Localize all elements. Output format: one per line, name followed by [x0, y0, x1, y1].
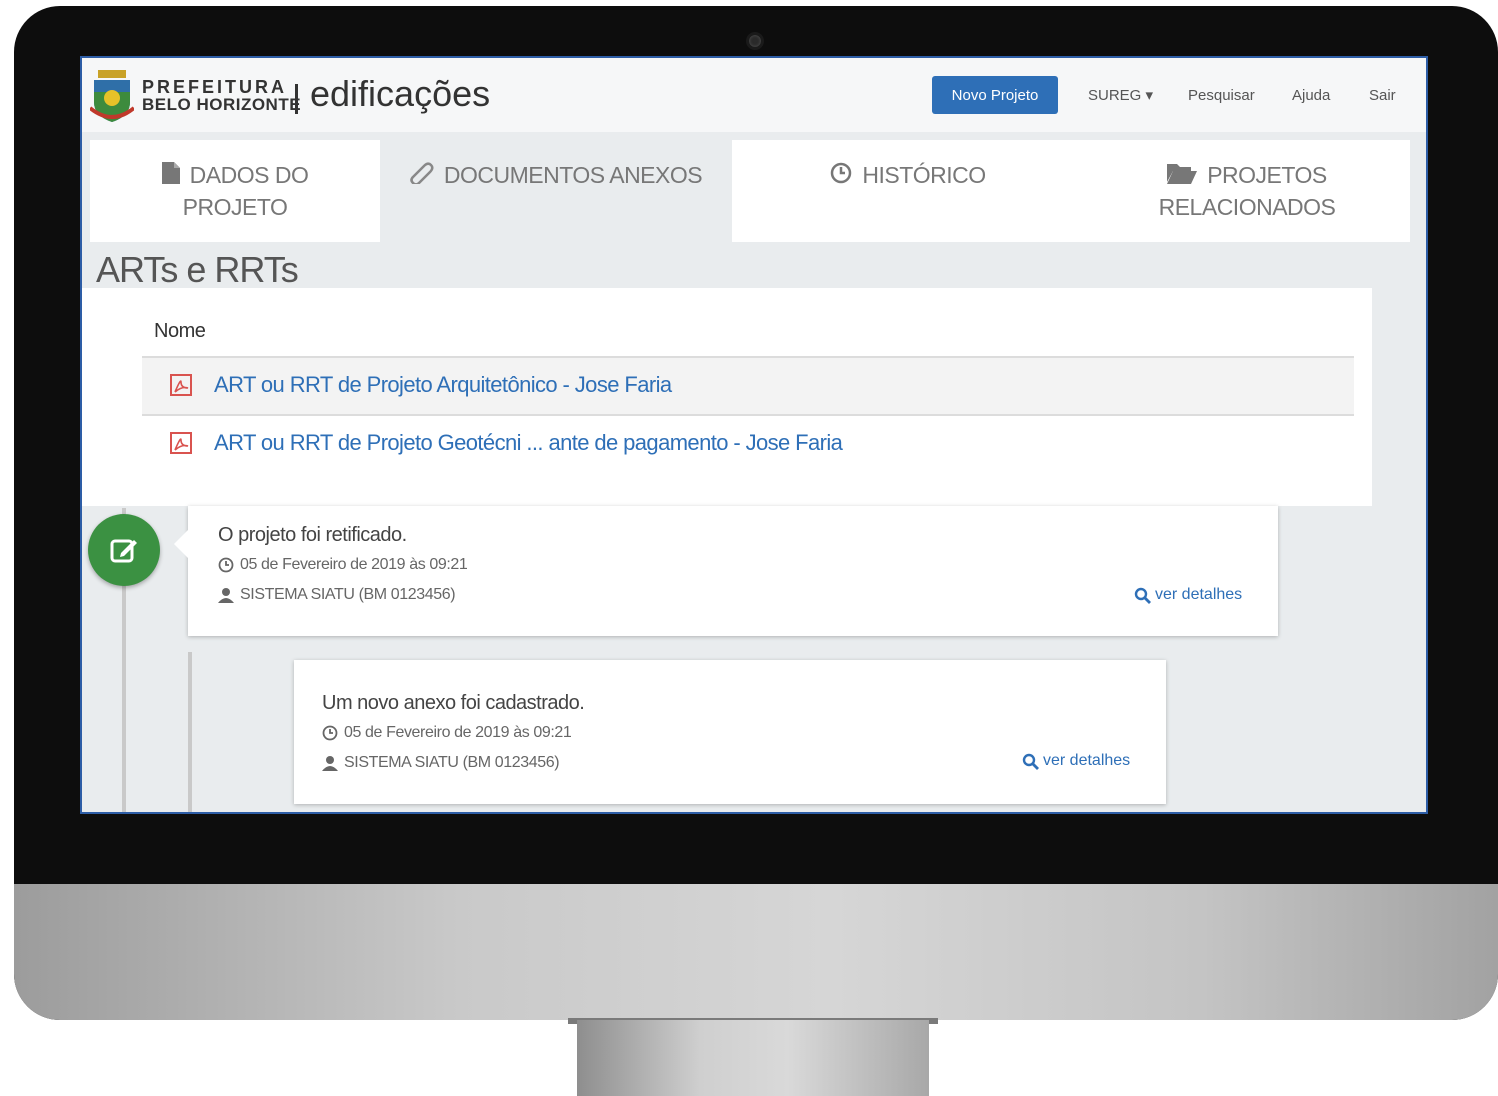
monitor-stand [577, 1020, 929, 1096]
search-icon [1022, 753, 1039, 770]
tab-attached-documents[interactable]: DOCUMENTOS ANEXOS [380, 140, 730, 242]
user-icon [218, 587, 234, 603]
edit-icon [110, 539, 137, 563]
table-row[interactable]: ART ou RRT de Projeto Geotécni ... ante … [142, 416, 1354, 472]
app-screen: PREFEITURA BELO HORIZONTE edificações No… [80, 56, 1428, 814]
document-link[interactable]: ART ou RRT de Projeto Geotécni ... ante … [214, 430, 843, 456]
column-header-name: Nome [154, 320, 206, 342]
brand-separator [295, 84, 298, 114]
monitor-chin [14, 884, 1498, 1020]
file-icon [161, 161, 180, 192]
event-date: 05 de Fevereiro de 2019 às 09:21 [322, 724, 572, 742]
tab-project-data-line2: PROJETO [182, 194, 288, 221]
webcam [746, 32, 764, 50]
view-details-link[interactable]: ver detalhes [1134, 586, 1242, 604]
help-link[interactable]: Ajuda [1292, 86, 1330, 106]
new-project-button[interactable]: Novo Projeto [932, 76, 1058, 114]
city-crest-logo [90, 70, 134, 122]
search-link[interactable]: Pesquisar [1188, 86, 1255, 106]
tab-related-projects[interactable]: PROJETOS RELACIONADOS [1084, 140, 1410, 242]
table-row[interactable]: ART ou RRT de Projeto Arquitetônico - Jo… [142, 358, 1354, 414]
view-details-label: ver detalhes [1043, 752, 1131, 769]
event-user-text: SISTEMA SIATU (BM 0123456) [344, 754, 560, 771]
documents-panel: Nome ART ou RRT de Projeto Arquitetônico… [82, 288, 1372, 506]
top-navbar: PREFEITURA BELO HORIZONTE edificações No… [82, 58, 1426, 132]
view-details-link[interactable]: ver detalhes [1022, 752, 1130, 770]
pdf-icon [170, 432, 192, 454]
event-user-text: SISTEMA SIATU (BM 0123456) [240, 586, 456, 603]
paperclip-icon [408, 161, 434, 192]
view-details-label: ver detalhes [1155, 586, 1243, 603]
exit-link[interactable]: Sair [1369, 86, 1396, 106]
document-link[interactable]: ART ou RRT de Projeto Arquitetônico - Jo… [214, 372, 672, 398]
app-title: edificações [310, 73, 491, 114]
event-date-text: 05 de Fevereiro de 2019 às 09:21 [344, 724, 572, 741]
tab-attached-documents-label: DOCUMENTOS ANEXOS [443, 162, 703, 188]
edit-event-badge [88, 514, 160, 586]
event-title: O projeto foi retificado. [218, 524, 407, 546]
card-pointer [174, 530, 188, 558]
timeline-card: O projeto foi retificado. 05 de Fevereir… [174, 506, 1278, 636]
brand-line-2: BELO HORIZONTE [142, 95, 302, 114]
sureg-dropdown[interactable]: SUREG ▾ [1088, 86, 1153, 106]
tab-related-projects-line1: PROJETOS [1207, 162, 1327, 188]
tab-related-projects-line2: RELACIONADOS [1158, 194, 1336, 221]
section-title: ARTs e RRTs [96, 249, 299, 290]
clock-icon [218, 557, 234, 573]
tab-history[interactable]: HISTÓRICO [732, 140, 1084, 242]
event-user: SISTEMA SIATU (BM 0123456) [322, 754, 560, 772]
timeline-card: Um novo anexo foi cadastrado. 05 de Feve… [294, 660, 1166, 804]
user-icon [322, 755, 338, 771]
pdf-icon [170, 374, 192, 396]
event-user: SISTEMA SIATU (BM 0123456) [218, 586, 456, 604]
tab-project-data[interactable]: DADOS DO PROJETO [90, 140, 380, 242]
clock-icon [830, 161, 852, 192]
event-date-text: 05 de Fevereiro de 2019 às 09:21 [240, 556, 468, 573]
search-icon [1134, 587, 1151, 604]
timeline-line-nested [188, 652, 192, 812]
folder-open-icon [1167, 161, 1198, 192]
event-title: Um novo anexo foi cadastrado. [322, 692, 585, 714]
brand-line-1: PREFEITURA [142, 77, 288, 97]
clock-icon [322, 725, 338, 741]
tab-history-label: HISTÓRICO [862, 162, 986, 188]
event-date: 05 de Fevereiro de 2019 às 09:21 [218, 556, 468, 574]
tab-project-data-line1: DADOS DO [189, 162, 309, 188]
